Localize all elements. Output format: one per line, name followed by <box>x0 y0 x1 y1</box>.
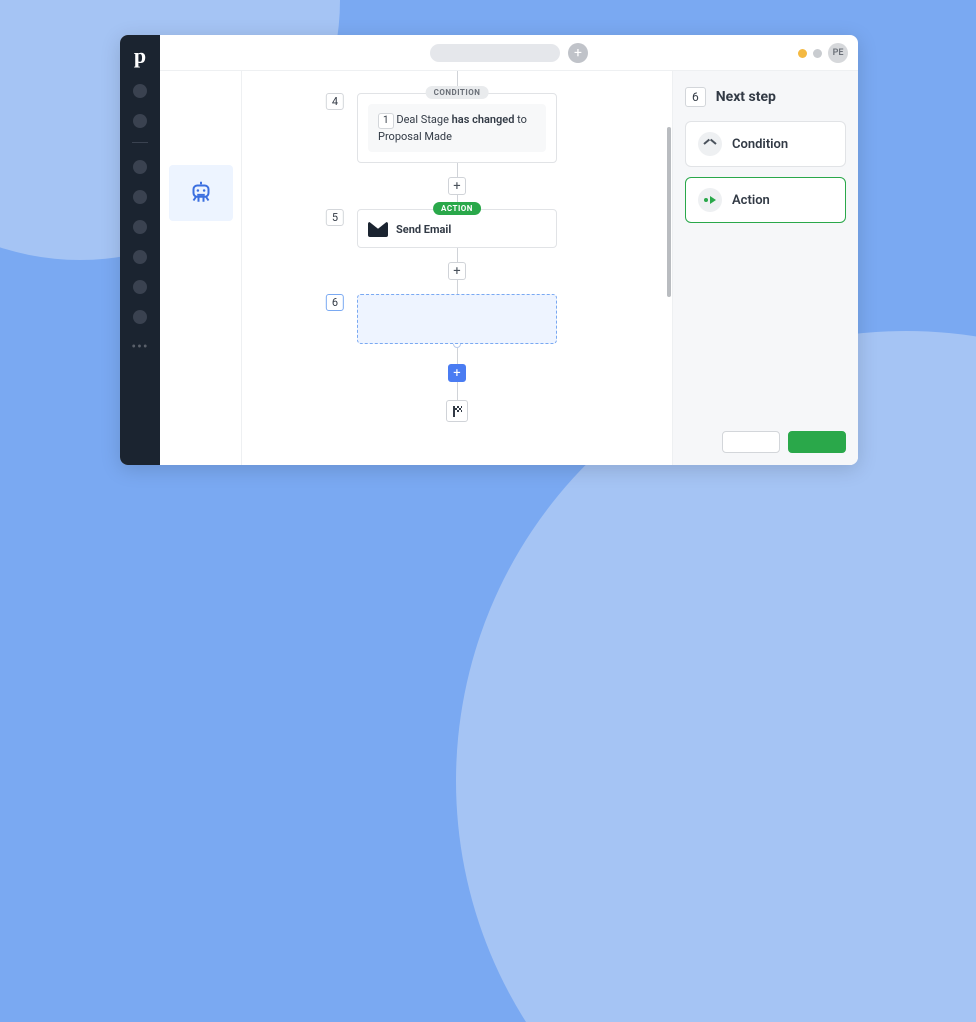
step-config-panel: 6 Next step Condition <box>672 71 858 465</box>
sidebar-nav-item[interactable] <box>133 190 147 204</box>
sidebar-nav-item[interactable] <box>133 250 147 264</box>
panel-title: Next step <box>716 89 776 105</box>
main-area: 4 CONDITION 1 Deal Stage has changed to … <box>160 71 858 465</box>
search-input[interactable] <box>430 44 560 62</box>
condition-index-chip: 1 <box>378 113 394 129</box>
choice-label: Action <box>732 193 770 208</box>
add-step-button[interactable]: + <box>448 262 466 280</box>
action-title: Send Email <box>396 223 451 236</box>
topbar: + PE <box>160 35 858 71</box>
choice-label: Condition <box>732 137 788 152</box>
sidebar-divider <box>132 142 148 143</box>
branch-icon <box>698 132 722 156</box>
sidebar-nav-item[interactable] <box>133 310 147 324</box>
automation-left-panel <box>160 71 242 465</box>
choice-action[interactable]: Action <box>685 177 846 223</box>
panel-footer <box>685 431 846 453</box>
node-type-label: ACTION <box>433 202 481 215</box>
status-dot-grey-icon[interactable] <box>813 49 822 58</box>
envelope-icon <box>368 222 388 237</box>
sidebar-more-icon[interactable]: ••• <box>131 339 148 355</box>
app-window: p ••• + PE <box>120 35 858 465</box>
main-sidebar: p ••• <box>120 35 160 465</box>
pipedrive-logo-icon[interactable]: p <box>134 43 146 69</box>
panel-step-number-badge: 6 <box>685 87 706 107</box>
node-type-label: CONDITION <box>426 86 489 99</box>
user-avatar[interactable]: PE <box>828 43 848 63</box>
end-flag-button[interactable] <box>446 400 468 422</box>
add-step-primary-button[interactable]: + <box>448 364 466 382</box>
sidebar-nav-item[interactable] <box>133 114 147 128</box>
step-number-badge: 6 <box>326 294 344 311</box>
topbar-actions: PE <box>798 43 848 63</box>
workflow-canvas[interactable]: 4 CONDITION 1 Deal Stage has changed to … <box>242 71 672 465</box>
sidebar-nav-item[interactable] <box>133 160 147 174</box>
content-area: + PE <box>160 35 858 465</box>
scrollbar-thumb[interactable] <box>667 127 671 297</box>
add-step-button[interactable]: + <box>448 177 466 195</box>
sidebar-nav-item[interactable] <box>133 84 147 98</box>
sidebar-nav-item[interactable] <box>133 280 147 294</box>
flow-node-placeholder[interactable]: 6 <box>357 294 557 344</box>
step-number-badge: 4 <box>326 93 344 110</box>
condition-text: 1 Deal Stage has changed to Proposal Mad… <box>378 112 536 144</box>
robot-icon <box>186 178 216 208</box>
automation-type-tile[interactable] <box>169 165 233 221</box>
choice-condition[interactable]: Condition <box>685 121 846 167</box>
status-dot-amber-icon[interactable] <box>798 49 807 58</box>
flow-node-condition[interactable]: 4 CONDITION 1 Deal Stage has changed to … <box>357 93 557 163</box>
sidebar-nav-item[interactable] <box>133 220 147 234</box>
quick-add-button[interactable]: + <box>568 43 588 63</box>
secondary-button[interactable] <box>722 431 780 453</box>
flow-node-action[interactable]: 5 ACTION Send Email <box>357 209 557 248</box>
action-arrow-icon <box>698 188 722 212</box>
step-number-badge: 5 <box>326 209 344 226</box>
primary-button[interactable] <box>788 431 846 453</box>
flag-icon <box>452 406 463 417</box>
